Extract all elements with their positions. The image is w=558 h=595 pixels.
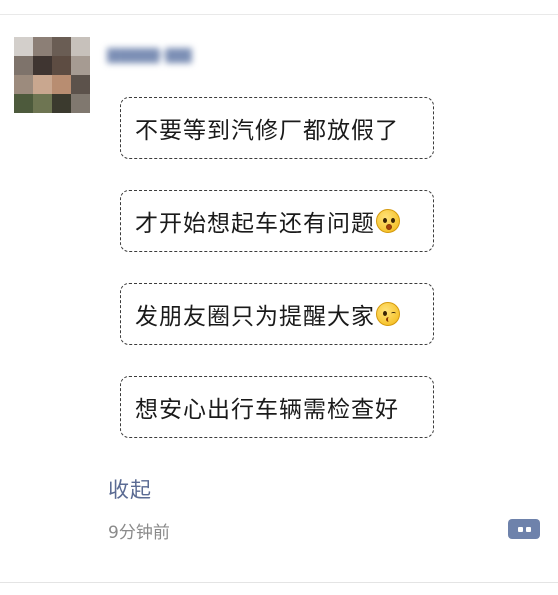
text-line: 才开始想起车还有问题 xyxy=(135,211,375,237)
avatar[interactable] xyxy=(14,37,90,113)
moments-post: ▆▆▆▆-▆▆ 不要等到汽修厂都放假了 才开始想起车还有问题 发朋友圈只为提醒大… xyxy=(0,0,558,595)
text-line-box: 发朋友圈只为提醒大家 xyxy=(120,283,434,345)
text-line-box: 不要等到汽修厂都放假了 xyxy=(120,97,434,159)
text-line-box: 才开始想起车还有问题 xyxy=(120,190,434,252)
kissing-face-icon xyxy=(376,302,400,326)
pixelated-avatar-image xyxy=(14,37,90,113)
comment-button[interactable] xyxy=(508,519,540,543)
post-text: 不要等到汽修厂都放假了 才开始想起车还有问题 发朋友圈只为提醒大家 想安心出行车… xyxy=(120,97,434,469)
text-line: 发朋友圈只为提醒大家 xyxy=(135,304,375,330)
author-name[interactable]: ▆▆▆▆-▆▆ xyxy=(107,42,255,66)
text-line: 想安心出行车辆需检查好 xyxy=(135,397,399,423)
top-divider xyxy=(0,14,558,15)
bottom-divider xyxy=(0,582,558,583)
collapse-link[interactable]: 收起 xyxy=(108,474,152,504)
comment-icon xyxy=(508,519,540,539)
post-timestamp: 9分钟前 xyxy=(108,523,170,543)
text-line: 不要等到汽修厂都放假了 xyxy=(135,118,399,144)
surprised-face-icon xyxy=(376,209,400,233)
text-line-box: 想安心出行车辆需检查好 xyxy=(120,376,434,438)
